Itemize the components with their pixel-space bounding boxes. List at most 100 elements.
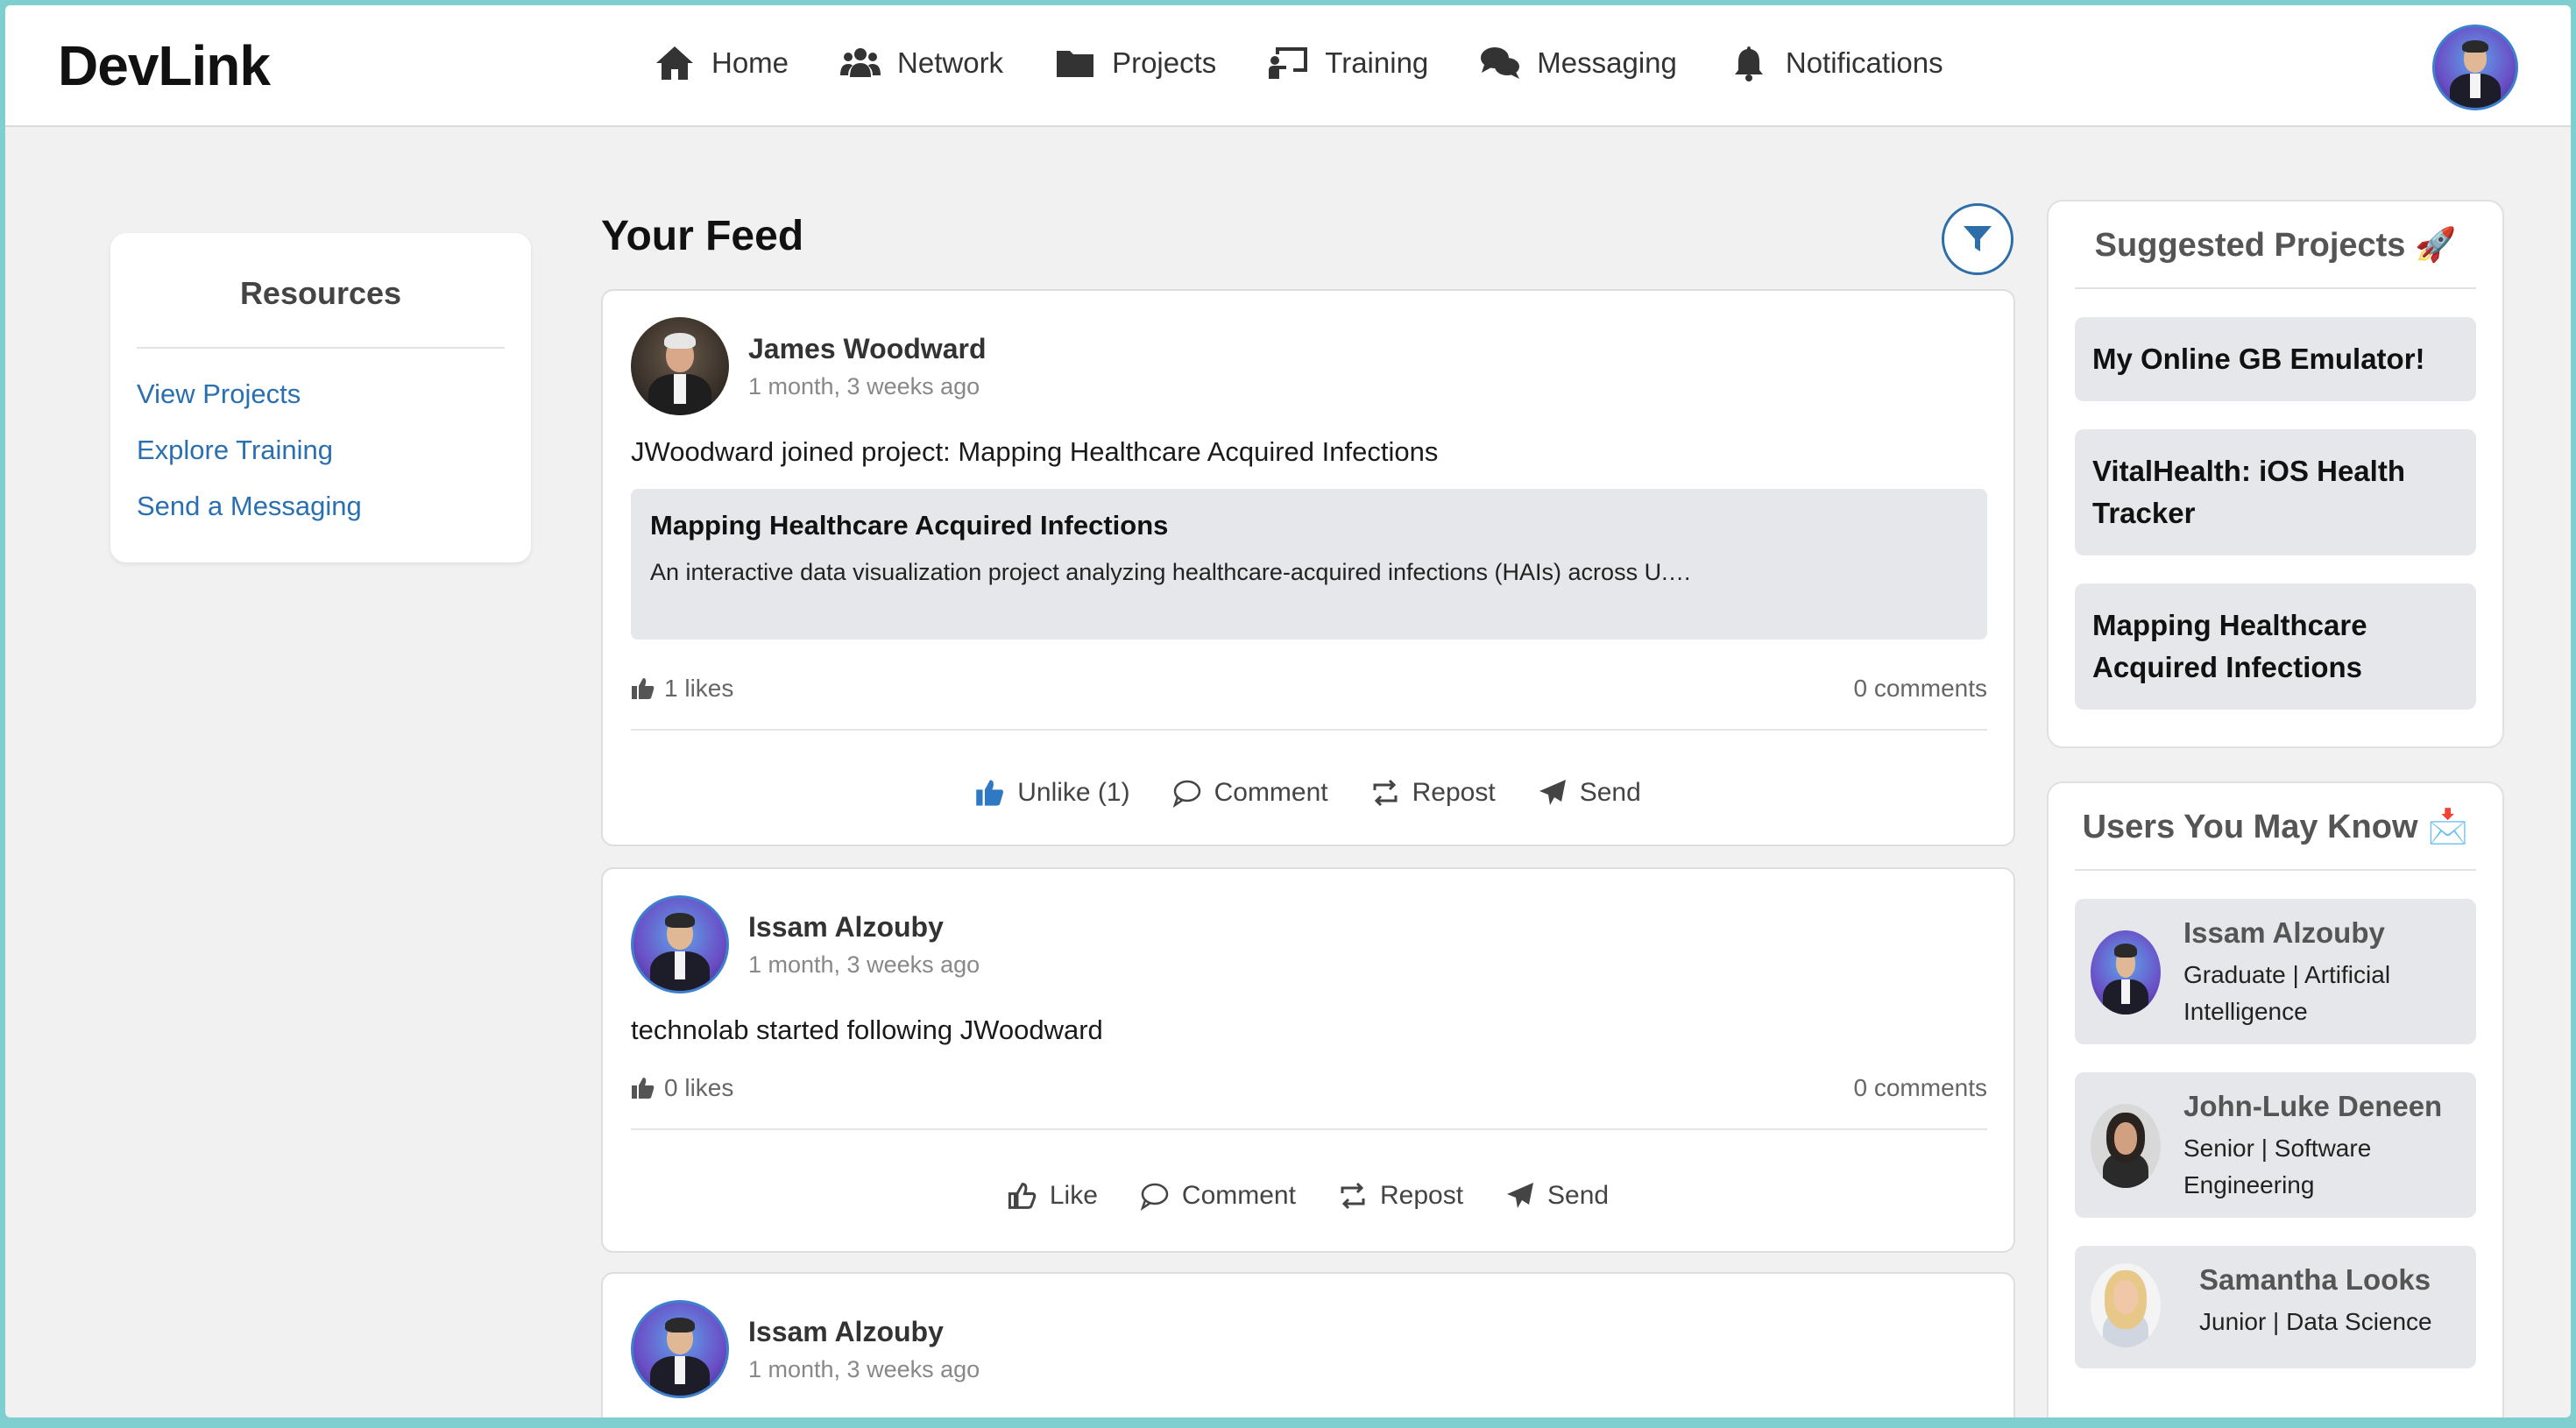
user-role: Graduate | Artificial Intelligence [2183,961,2391,1025]
comments-count[interactable]: 0 comments [1854,1074,1988,1102]
resource-link-explore-training[interactable]: Explore Training [137,435,505,466]
nav-item-network[interactable]: Network [839,44,1003,82]
avatar[interactable] [631,895,729,993]
feed-post: Issam Alzouby 1 month, 3 weeks ago [601,1272,2015,1417]
feed-title: Your Feed [601,213,804,259]
user-role: Senior | Software Engineering [2183,1135,2372,1198]
bell-icon [1734,46,1763,81]
nav-item-label: Training [1325,46,1429,79]
send-button[interactable]: Send [1538,778,1641,808]
post-author[interactable]: Issam Alzouby [748,1316,944,1348]
app-window: DevLink Home Network Projects Training M… [5,5,2571,1417]
user-name: John-Luke Deneen [2183,1090,2443,1122]
repost-label: Repost [1379,1181,1464,1210]
nav-item-label: Network [897,46,1004,79]
suggested-projects-panel: Suggested Projects 🚀 My Online GB Emulat… [2047,200,2504,748]
suggested-project-item[interactable]: Mapping Healthcare Acquired Infections [2075,583,2476,710]
folder-icon [1057,51,1094,77]
send-icon [1507,1183,1534,1208]
filter-icon [1964,226,1992,251]
post-actions: Like Comment Repost Send [603,1181,2013,1211]
comment-label: Comment [1181,1181,1296,1210]
post-stats: 0 likes 0 comments [631,1074,1987,1130]
repost-button[interactable]: Repost [1338,1181,1463,1211]
user-card[interactable]: John-Luke Deneen Senior | Software Engin… [2075,1072,2476,1218]
thumbs-up-icon [632,678,655,699]
like-label: Like [1049,1181,1098,1210]
project-preview-card[interactable]: Mapping Healthcare Acquired Infections A… [631,489,1987,640]
repost-button[interactable]: Repost [1370,778,1496,808]
comment-button[interactable]: Comment [1140,1181,1296,1211]
avatar [2091,1263,2161,1347]
training-icon [1269,47,1308,79]
top-navbar: DevLink Home Network Projects Training M… [5,5,2571,127]
resource-link-send-message[interactable]: Send a Messaging [137,491,505,522]
send-icon [1539,780,1566,805]
suggested-project-item[interactable]: VitalHealth: iOS Health Tracker [2075,429,2476,555]
avatar[interactable] [631,1300,729,1398]
nav-item-label: Projects [1112,46,1217,79]
likes-label: 1 likes [664,675,734,702]
project-preview-description: An interactive data visualization projec… [650,559,1692,585]
nav-item-training[interactable]: Training [1267,44,1428,82]
post-timestamp: 1 month, 3 weeks ago [748,1356,980,1382]
avatar-photo [2435,27,2516,108]
post-author[interactable]: Issam Alzouby [748,911,944,944]
avatar [2091,1104,2161,1188]
comment-icon [1172,780,1200,808]
user-name: Issam Alzouby [2183,916,2385,949]
users-you-may-know-panel: Users You May Know 📩 Issam Alzouby Gradu… [2047,781,2504,1417]
comment-button[interactable]: Comment [1172,778,1328,808]
post-stats: 1 likes 0 comments [631,675,1987,731]
nav-item-home[interactable]: Home [654,44,789,82]
repost-label: Repost [1412,778,1496,807]
likes-count: 1 likes [631,675,733,703]
unlike-button[interactable]: Unlike (1) [975,778,1130,808]
suggested-project-item[interactable]: My Online GB Emulator! [2075,317,2476,401]
resource-link-view-projects[interactable]: View Projects [137,378,505,410]
comments-count[interactable]: 0 comments [1854,675,1988,703]
post-author[interactable]: James Woodward [748,333,986,365]
unlike-label: Unlike (1) [1017,778,1130,807]
user-role: Junior | Data Science [2199,1308,2432,1335]
post-timestamp: 1 month, 3 weeks ago [748,373,980,399]
user-card[interactable]: Issam Alzouby Graduate | Artificial Inte… [2075,899,2476,1044]
user-name: Samantha Looks [2199,1263,2431,1296]
home-icon [656,46,693,80]
suggested-projects-title: Suggested Projects 🚀 [2075,226,2476,289]
comment-icon [1140,1183,1169,1211]
chat-icon [1481,47,1520,79]
nav-item-messaging[interactable]: Messaging [1479,44,1677,82]
send-button[interactable]: Send [1505,1181,1609,1211]
thumbs-up-outline-icon [1008,1183,1037,1209]
nav-item-projects[interactable]: Projects [1054,44,1216,82]
brand-logo[interactable]: DevLink [58,33,271,98]
comment-label: Comment [1214,778,1328,807]
post-timestamp: 1 month, 3 weeks ago [748,951,980,978]
send-label: Send [1547,1181,1610,1210]
nav-item-notifications[interactable]: Notifications [1728,44,1943,82]
send-label: Send [1579,778,1641,807]
repost-icon [1341,1182,1365,1210]
post-actions: Unlike (1) Comment Repost Send [603,778,2013,808]
like-button[interactable]: Like [1008,1181,1098,1211]
post-text: technolab started following JWoodward [631,1014,1103,1045]
post-text: JWoodward joined project: Mapping Health… [631,436,1439,467]
likes-label: 0 likes [664,1074,734,1101]
avatar[interactable] [631,317,729,415]
nav-menu: Home Network Projects Training Messaging… [654,44,1943,82]
avatar [2091,930,2161,1014]
resources-title: Resources [137,275,505,349]
users-you-may-know-title: Users You May Know 📩 [2075,808,2476,871]
likes-count: 0 likes [631,1074,733,1102]
nav-item-label: Notifications [1785,46,1943,79]
repost-icon [1373,779,1398,807]
feed-post: James Woodward 1 month, 3 weeks ago JWoo… [601,289,2015,846]
user-card[interactable]: Samantha Looks Junior | Data Science [2075,1246,2476,1368]
thumbs-up-icon [632,1078,655,1099]
profile-avatar[interactable] [2432,25,2518,110]
thumbs-up-filled-icon [976,780,1004,806]
filter-button[interactable] [1942,203,2013,275]
feed-post: Issam Alzouby 1 month, 3 weeks ago techn… [601,867,2015,1253]
nav-item-label: Home [711,46,789,79]
